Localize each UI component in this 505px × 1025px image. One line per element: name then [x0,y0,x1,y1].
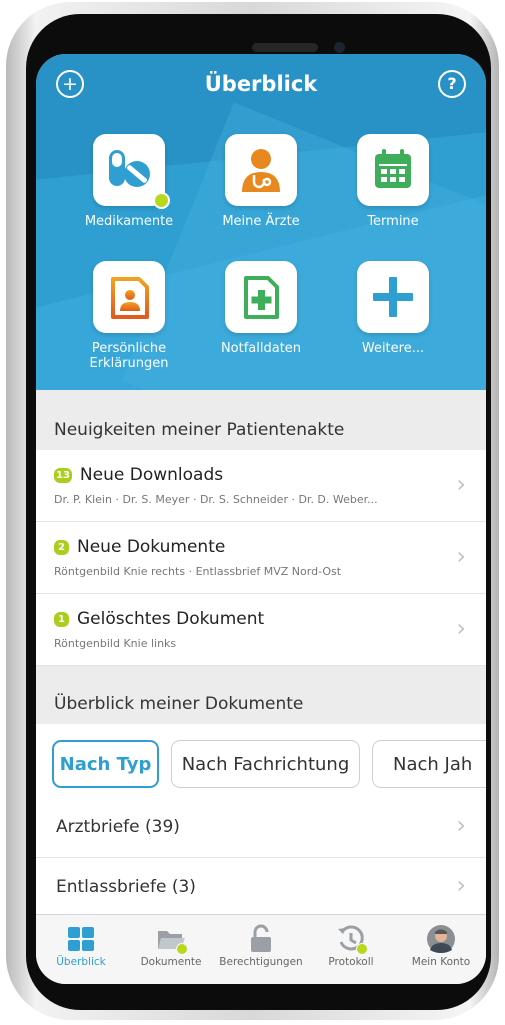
news-title: Neue Downloads [79,465,224,485]
tile-medikamente[interactable]: Medikamente [69,134,189,229]
help-button[interactable]: ? [438,70,466,98]
filter-chip-typ[interactable]: Nach Typ [52,740,159,788]
tile-label: Notfalldaten [220,341,302,356]
tile-label: Persönliche Erklärungen [89,341,169,371]
doc-type-label: Arztbriefe (39) [56,817,180,837]
filter-chip-jahr[interactable]: Nach Jah [372,740,486,788]
news-title: Gelöschtes Dokument [77,609,265,629]
chevron-right-icon: › [456,811,466,839]
app-screen: + Überblick ? Medikamente Meine Ärzte Te… [36,54,486,984]
tile-meine-aerzte[interactable]: Meine Ärzte [201,134,321,229]
tile-label: Weitere... [361,341,425,356]
tab-ueberblick[interactable]: Überblick [36,915,126,968]
chevron-right-icon: › [456,470,466,498]
calendar-icon [375,149,411,188]
pills-icon [109,150,150,187]
tab-label: Berechtigungen [219,956,303,968]
page-title: Überblick [204,72,318,96]
filter-chip-fachrichtung[interactable]: Nach Fachrichtung [171,740,360,788]
tab-bar: Überblick Dokumente Berechtigungen Proto… [36,914,486,984]
documents-section-heading: Überblick meiner Dokumente [36,666,486,724]
tile-weitere[interactable]: Weitere... [333,261,453,356]
speaker-grille [252,43,318,52]
tab-label: Überblick [56,956,106,968]
notification-dot [153,192,170,209]
lock-open-icon [246,924,276,954]
count-badge: 2 [54,539,69,555]
notification-dot [176,943,188,955]
tile-termine[interactable]: Termine [333,134,453,229]
medical-document-icon [244,276,279,319]
doc-type-row-entlassbriefe[interactable]: Entlassbriefe (3) › [36,859,486,918]
doc-type-row-arztbriefe[interactable]: Arztbriefe (39) › [36,799,486,858]
avatar [426,924,456,954]
id-card-icon [111,277,149,319]
news-subtitle: Röntgenbild Knie links [54,637,177,650]
tab-dokumente[interactable]: Dokumente [126,915,216,968]
tile-box [93,134,170,209]
tile-box [357,261,429,333]
chevron-right-icon: › [456,542,466,570]
tab-label: Dokumente [140,956,202,968]
tile-box [225,134,297,206]
plus-icon [373,277,413,317]
count-badge: 1 [54,611,69,627]
tile-label: Termine [367,214,419,229]
doc-type-label: Entlassbriefe (3) [56,877,196,897]
filter-chips: Nach Typ Nach Fachrichtung Nach Jah [36,724,486,789]
news-subtitle: Dr. P. Klein · Dr. S. Meyer · Dr. S. Sch… [54,493,378,506]
notification-dot [356,943,368,955]
hero-header: + Überblick ? Medikamente Meine Ärzte Te… [36,54,486,390]
tab-label: Mein Konto [411,956,471,968]
tile-box [357,134,429,206]
news-subtitle: Röntgenbild Knie rechts · Entlassbrief M… [54,565,342,578]
grid-icon [66,924,96,954]
tab-label: Protokoll [328,956,374,968]
news-row-documents[interactable]: 2 Neue Dokumente Röntgenbild Knie rechts… [36,522,486,594]
tile-notfalldaten[interactable]: Notfalldaten [201,261,321,356]
news-section-heading: Neuigkeiten meiner Patientenakte [36,390,486,450]
tab-protokoll[interactable]: Protokoll [306,915,396,968]
chevron-right-icon: › [456,871,466,899]
news-row-deleted[interactable]: 1 Gelöschtes Dokument Röntgenbild Knie l… [36,594,486,666]
tab-mein-konto[interactable]: Mein Konto [396,915,486,968]
tile-persoenliche-erklaerungen[interactable]: Persönliche Erklärungen [69,261,189,371]
top-bar: + Überblick ? [36,54,486,116]
help-icon: ? [447,74,457,93]
count-badge: 13 [54,467,72,483]
doctor-icon [242,149,280,192]
news-title: Neue Dokumente [77,537,226,557]
news-row-downloads[interactable]: 13 Neue Downloads Dr. P. Klein · Dr. S. … [36,450,486,522]
front-camera [334,42,345,53]
folder-icon [156,924,188,955]
history-icon [336,924,368,955]
chevron-right-icon: › [456,614,466,642]
tile-label: Meine Ärzte [222,214,300,229]
tab-berechtigungen[interactable]: Berechtigungen [216,915,306,968]
tile-box [93,261,165,333]
tile-box [225,261,297,333]
tile-label: Medikamente [84,214,174,229]
